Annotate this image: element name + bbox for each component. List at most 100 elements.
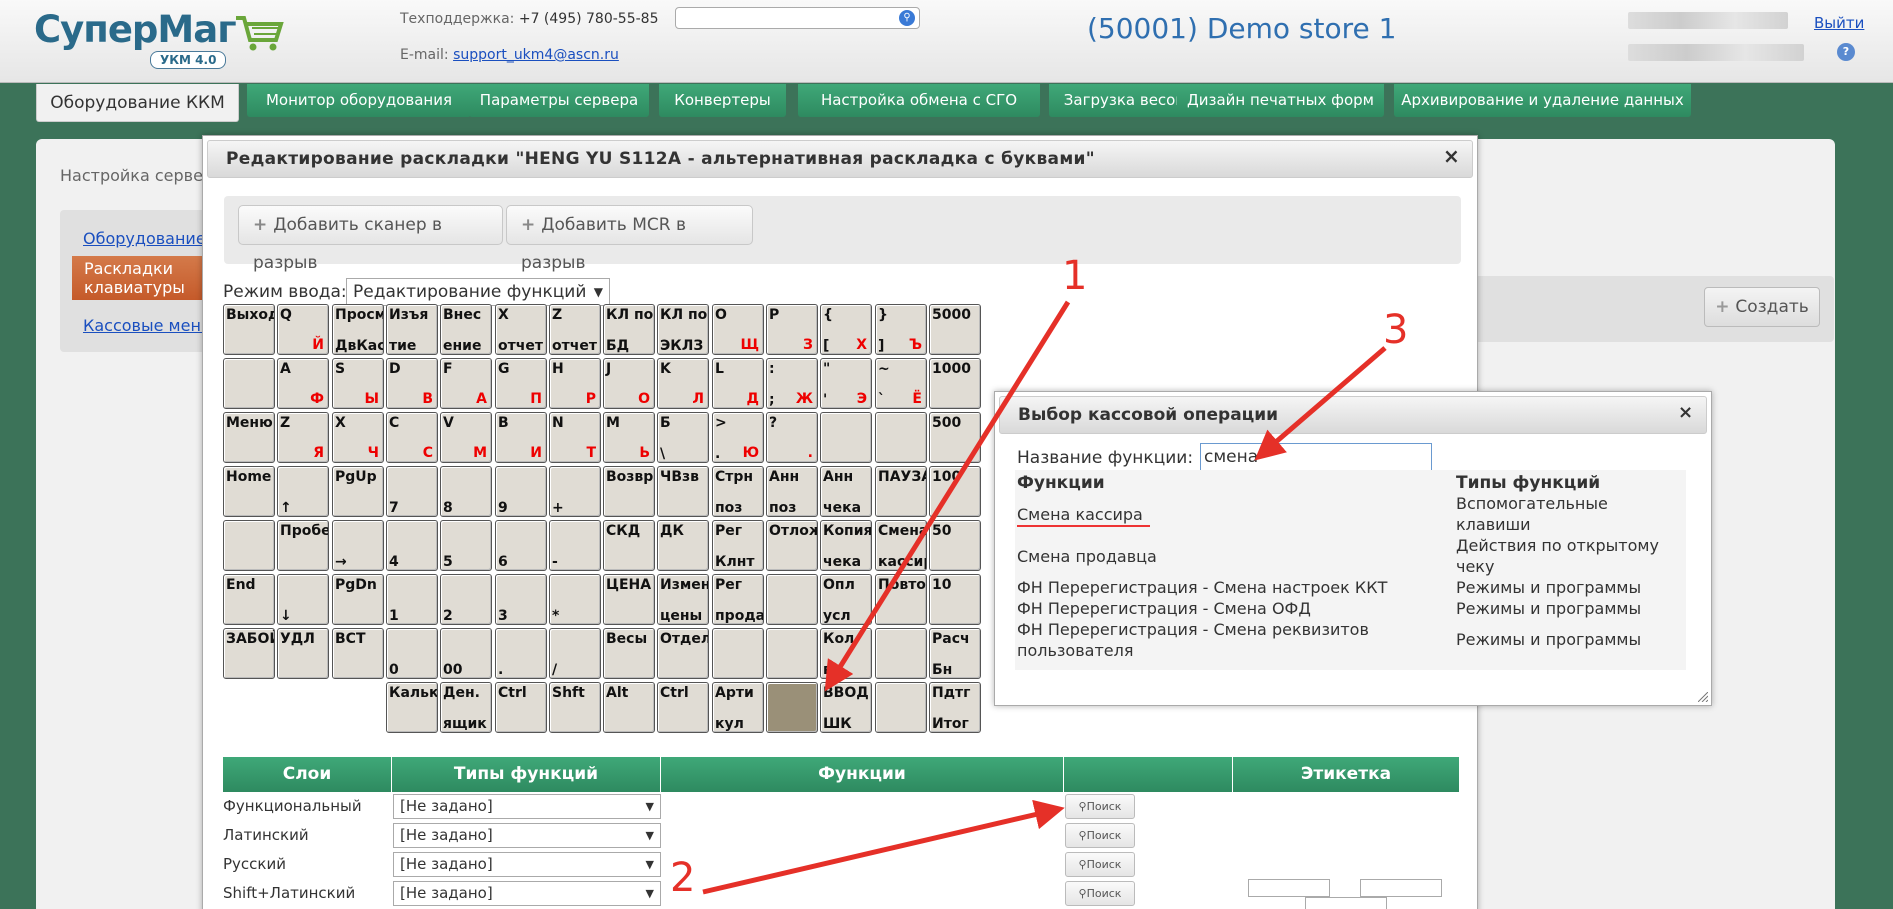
keyboard-key[interactable]: Измен цены: [657, 574, 709, 625]
keyboard-key[interactable]: 10: [929, 574, 981, 625]
keyboard-key[interactable]: Рег Клнт: [712, 520, 764, 571]
keyboard-key[interactable]: Zотчет: [549, 304, 601, 355]
keyboard-key[interactable]: [766, 628, 818, 679]
keyboard-key[interactable]: XЧ: [332, 412, 384, 463]
keyboard-key[interactable]: 7: [386, 466, 438, 517]
resize-handle-icon[interactable]: [1698, 692, 1708, 702]
keyboard-key[interactable]: VМ: [440, 412, 492, 463]
keyboard-key[interactable]: BИ: [495, 412, 547, 463]
keyboard-key[interactable]: -: [549, 520, 601, 571]
keyboard-key[interactable]: PЗ: [766, 304, 818, 355]
keyboard-key[interactable]: GП: [495, 358, 547, 409]
keyboard-key[interactable]: {[Х: [820, 304, 872, 355]
keyboard-key[interactable]: 00: [440, 628, 492, 679]
keyboard-key[interactable]: Весы: [603, 628, 655, 679]
keyboard-key[interactable]: AФ: [277, 358, 329, 409]
keyboard-key[interactable]: 3: [495, 574, 547, 625]
function-name-input[interactable]: смена: [1200, 443, 1432, 471]
keyboard-key[interactable]: 100: [929, 466, 981, 517]
close-icon[interactable]: ×: [1443, 144, 1460, 168]
add-scanner-button[interactable]: + Добавить сканер в разрыв: [238, 205, 503, 273]
keyboard-key[interactable]: CС: [386, 412, 438, 463]
help-icon[interactable]: ?: [1837, 43, 1855, 61]
label-input[interactable]: [1360, 879, 1442, 897]
keyboard-key[interactable]: [820, 412, 872, 463]
keyboard-key[interactable]: ?.: [766, 412, 818, 463]
keyboard-key[interactable]: Отдел: [657, 628, 709, 679]
keyboard-key[interactable]: FА: [440, 358, 492, 409]
keyboard-key[interactable]: MЬ: [603, 412, 655, 463]
keyboard-key[interactable]: 2: [440, 574, 492, 625]
create-button[interactable]: + Создать: [1704, 287, 1820, 327]
function-type-select[interactable]: [Не задано] ▼: [393, 794, 661, 819]
keyboard-key[interactable]: DВ: [386, 358, 438, 409]
keyboard-key[interactable]: HР: [549, 358, 601, 409]
keyboard-key[interactable]: NТ: [549, 412, 601, 463]
keyboard-key[interactable]: Пробел: [277, 520, 329, 571]
keyboard-key[interactable]: ВСТ: [332, 628, 384, 679]
keyboard-key[interactable]: КЛ по БД: [603, 304, 655, 355]
keyboard-key[interactable]: SЫ: [332, 358, 384, 409]
keyboard-key[interactable]: Расч Бн: [929, 628, 981, 679]
function-item[interactable]: Смена продавца: [1017, 546, 1157, 567]
keyboard-key[interactable]: Ctrl: [657, 682, 709, 733]
keyboard-key[interactable]: Кальк: [386, 682, 438, 733]
search-icon[interactable]: ⚲: [899, 10, 915, 26]
keyboard-key[interactable]: *: [549, 574, 601, 625]
label-input[interactable]: [1248, 879, 1330, 897]
keyboard-key[interactable]: Просм ДвКас: [332, 304, 384, 355]
function-item[interactable]: ФН Перерегистрация - Смена ОФД: [1017, 598, 1311, 619]
keyboard-key[interactable]: .: [495, 628, 547, 679]
keyboard-key[interactable]: 5000: [929, 304, 981, 355]
keyboard-key[interactable]: Опл усл: [820, 574, 872, 625]
keyboard-key[interactable]: 1: [386, 574, 438, 625]
tab-equipment-monitor[interactable]: Монитор оборудования: [247, 84, 471, 117]
keyboard-key[interactable]: [875, 412, 927, 463]
keyboard-key[interactable]: /: [549, 628, 601, 679]
keyboard-key[interactable]: Кол-во: [820, 628, 872, 679]
keyboard-key[interactable]: Арти кул: [712, 682, 764, 733]
keyboard-key[interactable]: KЛ: [657, 358, 709, 409]
keyboard-key[interactable]: Внес ение: [440, 304, 492, 355]
sidebar-item-equipment[interactable]: Оборудование: [83, 229, 206, 248]
keyboard-key[interactable]: ЗАБОЙ: [223, 628, 275, 679]
keyboard-key[interactable]: ДК: [657, 520, 709, 571]
keyboard-key[interactable]: КЛ по ЭКЛЗ: [657, 304, 709, 355]
keyboard-key[interactable]: УДЛ: [277, 628, 329, 679]
keyboard-key[interactable]: [223, 358, 275, 409]
keyboard-key[interactable]: ~ ` Ё: [875, 358, 927, 409]
top-search-input[interactable]: ⚲: [675, 7, 920, 29]
keyboard-key[interactable]: Копия чека: [820, 520, 872, 571]
keyboard-key[interactable]: Смена кассир: [875, 520, 927, 571]
keyboard-key[interactable]: Home: [223, 466, 275, 517]
sidebar-item-cash-menus[interactable]: Кассовые меню: [83, 316, 214, 335]
keyboard-key[interactable]: Отлож: [766, 520, 818, 571]
supermag-logo[interactable]: СуперМаг УКМ 4.0: [34, 8, 284, 72]
keyboard-key[interactable]: :; Ж: [766, 358, 818, 409]
support-email-link[interactable]: support_ukm4@ascn.ru: [453, 47, 619, 63]
keyboard-key[interactable]: ПАУЗА: [875, 466, 927, 517]
keyboard-key[interactable]: ↓: [277, 574, 329, 625]
keyboard-key[interactable]: 500: [929, 412, 981, 463]
function-item[interactable]: ФН Перерегистрация - Смена реквизитов по…: [1017, 619, 1417, 661]
keyboard-key[interactable]: +: [549, 466, 601, 517]
keyboard-key[interactable]: PgUp: [332, 466, 384, 517]
function-item[interactable]: Смена кассира: [1017, 504, 1143, 525]
keyboard-key[interactable]: [875, 628, 927, 679]
search-button[interactable]: ⚲Поиск: [1065, 794, 1135, 819]
keyboard-key[interactable]: 9: [495, 466, 547, 517]
keyboard-key[interactable]: 5: [440, 520, 492, 571]
keyboard-key[interactable]: ЧВзв: [657, 466, 709, 517]
keyboard-key[interactable]: [223, 520, 275, 571]
keyboard-key[interactable]: [712, 628, 764, 679]
keyboard-key[interactable]: Анн поз: [766, 466, 818, 517]
tab-sgo-exchange[interactable]: Настройка обмена с СГО: [798, 84, 1040, 117]
keyboard-key[interactable]: [766, 574, 818, 625]
function-item[interactable]: ФН Перерегистрация - Смена настроек ККТ: [1017, 577, 1387, 598]
keyboard-key[interactable]: 50: [929, 520, 981, 571]
keyboard-key[interactable]: Alt: [603, 682, 655, 733]
keyboard-key[interactable]: QЙ: [277, 304, 329, 355]
tab-print-forms-design[interactable]: Дизайн печатных форм: [1177, 84, 1384, 117]
label-input[interactable]: [1305, 897, 1387, 909]
keyboard-key[interactable]: >. Ю: [712, 412, 764, 463]
